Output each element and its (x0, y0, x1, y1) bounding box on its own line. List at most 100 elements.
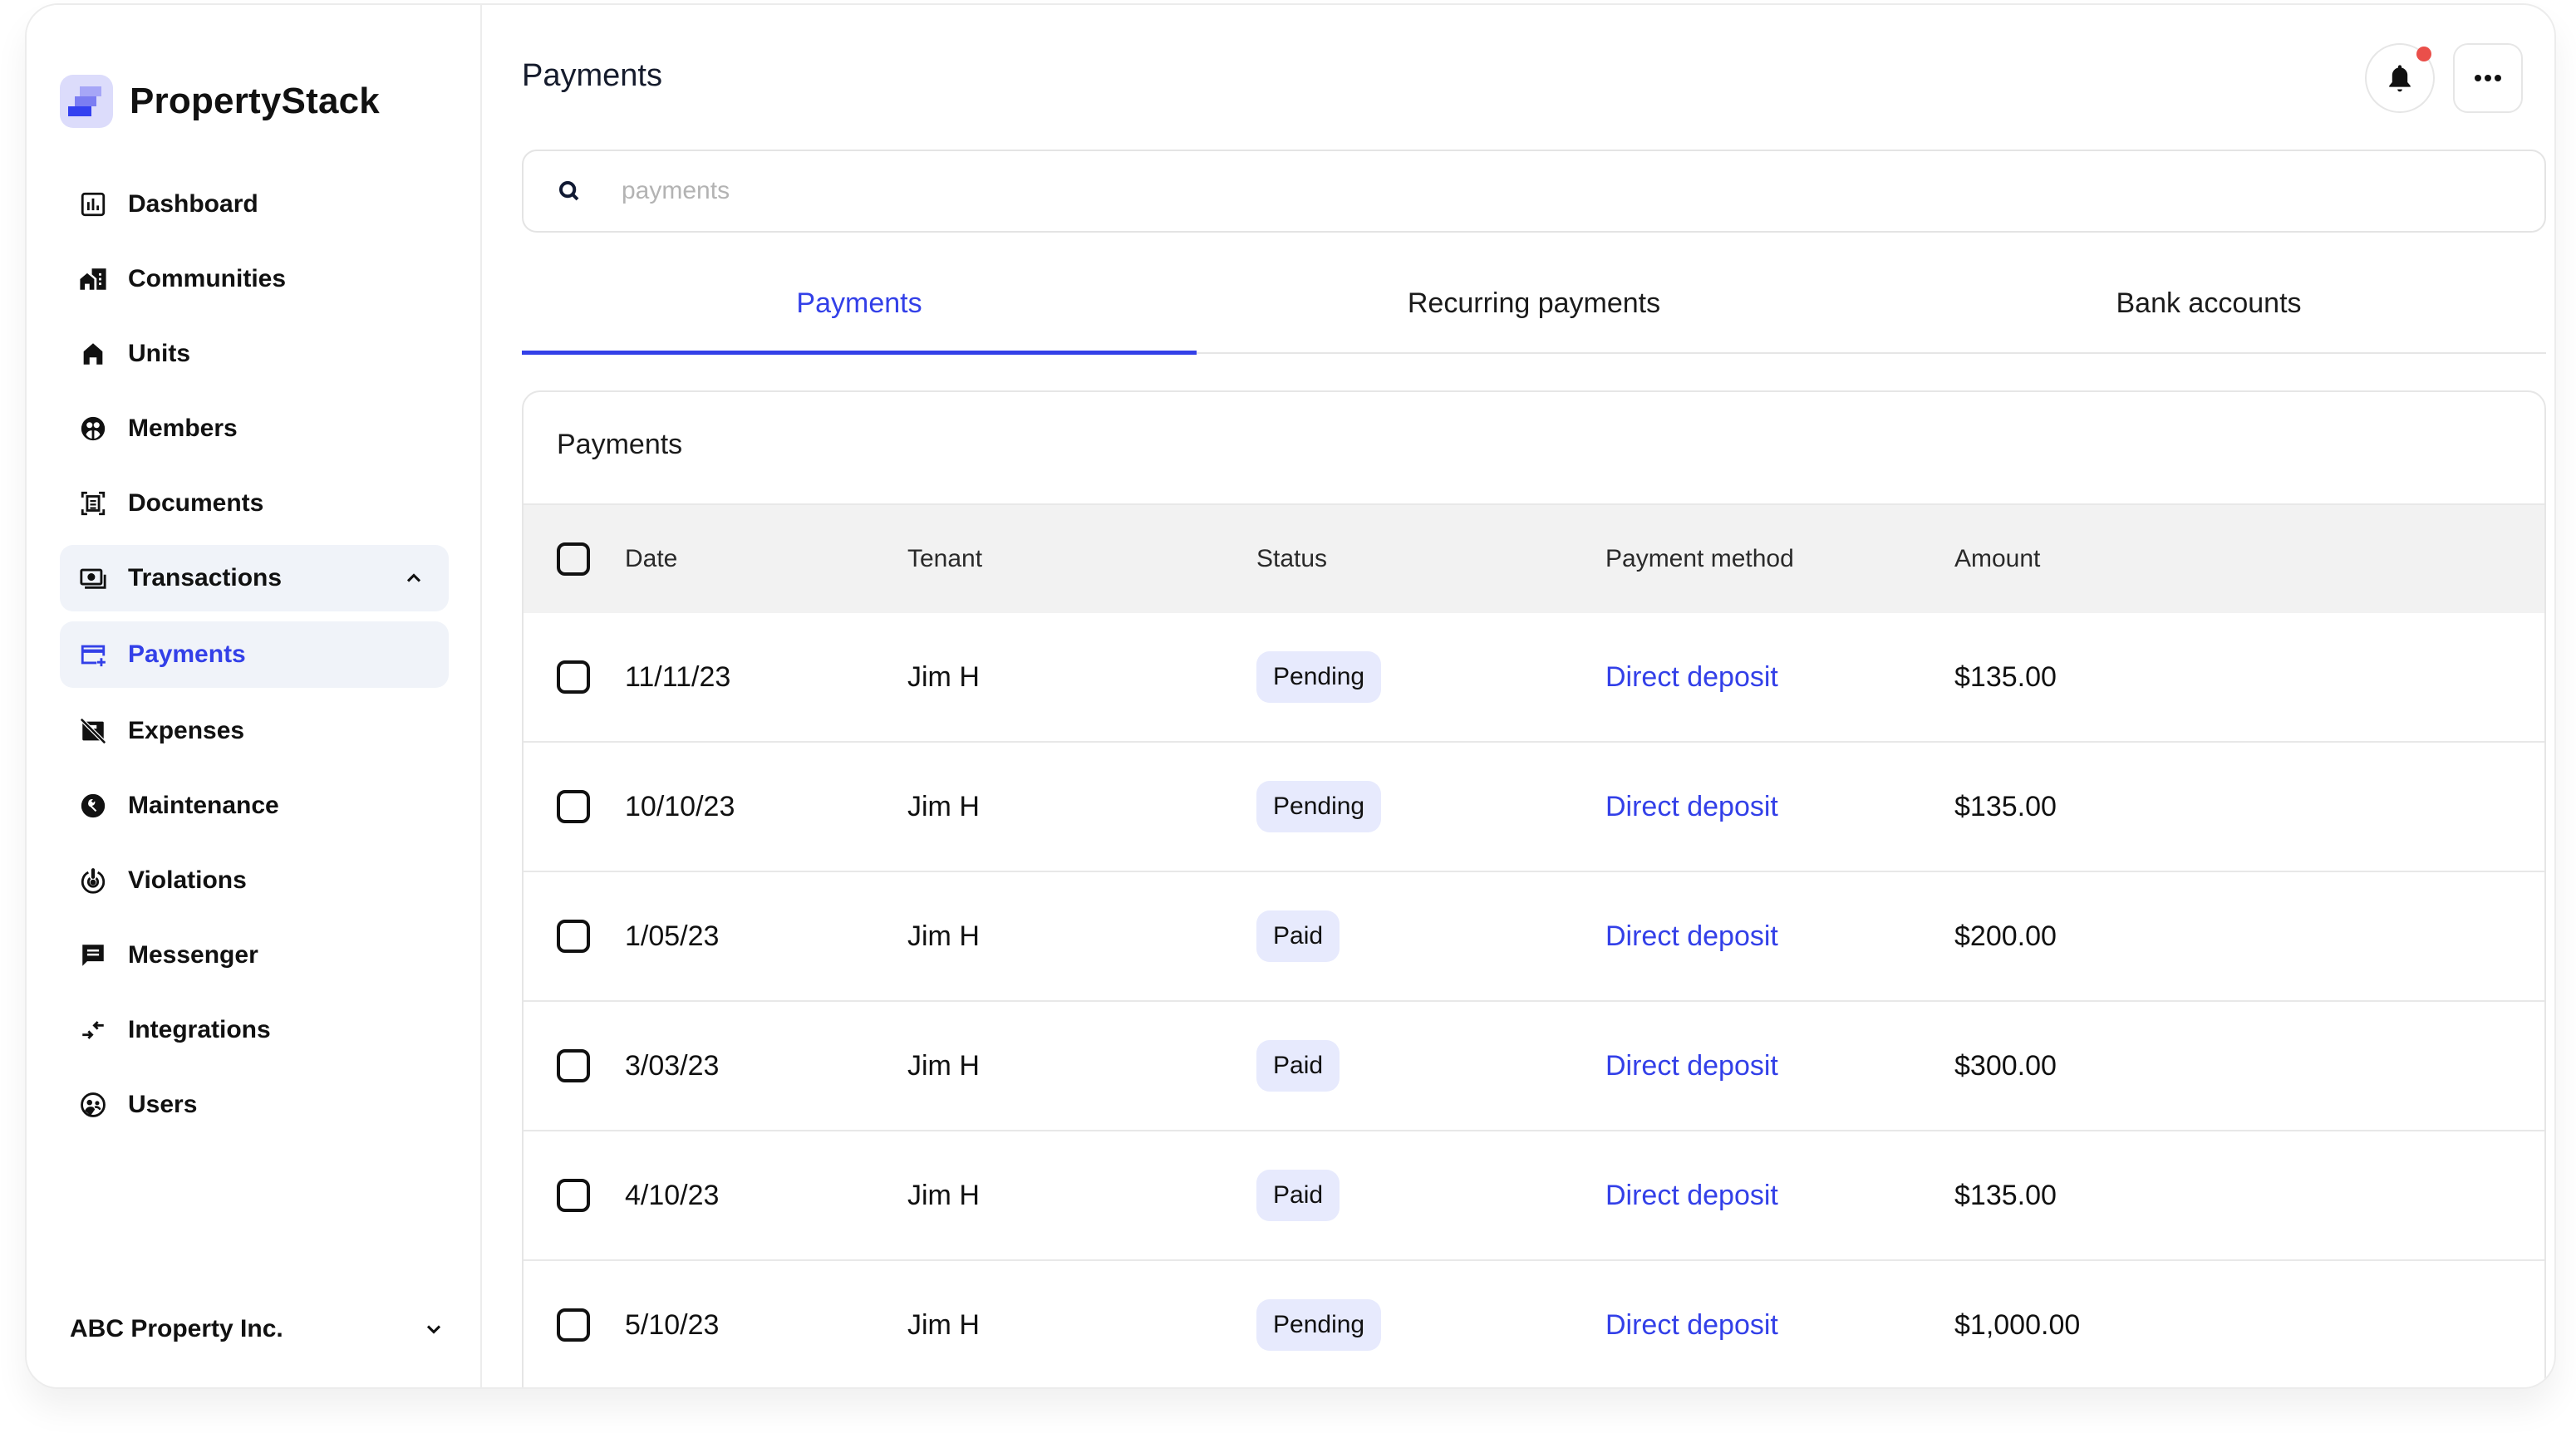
cell-tenant: Jim H (907, 1049, 980, 1082)
money-icon (78, 563, 108, 593)
sidebar-item-label: Payments (128, 640, 246, 668)
column-header-payment-method[interactable]: Payment method (1605, 545, 1794, 573)
sidebar-item-label: Members (128, 415, 238, 442)
sidebar-item-label: Maintenance (128, 792, 279, 819)
sidebar-item-integrations[interactable]: Integrations (60, 997, 449, 1063)
sidebar-item-units[interactable]: Units (60, 321, 449, 387)
cell-amount: $1,000.00 (1954, 1308, 2081, 1341)
sidebar-nav: Dashboard Communities Units Members Docu… (60, 171, 449, 1146)
tab-recurring-payments[interactable]: Recurring payments (1197, 254, 1871, 352)
tab-payments[interactable]: Payments (522, 254, 1197, 355)
sidebar-item-messenger[interactable]: Messenger (60, 922, 449, 989)
payment-method-link[interactable]: Direct deposit (1605, 791, 1778, 823)
column-header-date[interactable]: Date (625, 545, 677, 573)
cell-amount: $300.00 (1954, 1049, 2057, 1082)
header-actions (2365, 43, 2523, 113)
more-options-button[interactable] (2453, 43, 2523, 113)
org-name: ABC Property Inc. (70, 1315, 283, 1342)
sidebar-item-label: Expenses (128, 717, 245, 744)
table-row[interactable]: 5/10/23 Jim H Pending Direct deposit $1,… (524, 1261, 2544, 1387)
brand-logo-icon (60, 75, 113, 128)
cell-amount: $200.00 (1954, 920, 2057, 952)
row-checkbox[interactable] (557, 920, 590, 953)
status-badge: Pending (1256, 651, 1382, 703)
sidebar-item-members[interactable]: Members (60, 395, 449, 462)
sidebar-item-label: Integrations (128, 1016, 271, 1043)
sidebar-item-label: Transactions (128, 564, 283, 591)
sidebar-item-transactions[interactable]: Transactions (60, 545, 449, 611)
payment-method-link[interactable]: Direct deposit (1605, 1309, 1778, 1342)
payment-method-link[interactable]: Direct deposit (1605, 1050, 1778, 1082)
search-field[interactable] (522, 150, 2546, 233)
column-header-tenant[interactable]: Tenant (907, 545, 982, 573)
table-title: Payments (557, 429, 683, 460)
status-badge: Paid (1256, 1040, 1340, 1092)
sidebar-item-dashboard[interactable]: Dashboard (60, 171, 449, 238)
cell-amount: $135.00 (1954, 1179, 2057, 1211)
cell-tenant: Jim H (907, 1179, 980, 1211)
table-row[interactable]: 1/05/23 Jim H Paid Direct deposit $200.0… (524, 872, 2544, 1002)
row-checkbox[interactable] (557, 790, 590, 823)
credit-card-plus-icon (78, 640, 108, 670)
select-all-checkbox[interactable] (557, 542, 590, 576)
row-checkbox[interactable] (557, 1179, 590, 1212)
table-row[interactable]: 10/10/23 Jim H Pending Direct deposit $1… (524, 743, 2544, 872)
column-header-amount[interactable]: Amount (1954, 545, 2040, 573)
main-content: Payments Payments Recurring payments Ban… (482, 5, 2554, 1387)
brand-name: PropertyStack (130, 81, 380, 121)
sidebar-item-users[interactable]: Users (60, 1072, 449, 1138)
search-icon (559, 181, 579, 201)
wrench-icon (78, 791, 108, 821)
chevron-down-icon (426, 1325, 441, 1334)
status-badge: Paid (1256, 910, 1340, 962)
table-row[interactable]: 3/03/23 Jim H Paid Direct deposit $300.0… (524, 1002, 2544, 1131)
dashboard-chart-icon (78, 189, 108, 219)
row-checkbox[interactable] (557, 1308, 590, 1342)
row-checkbox[interactable] (557, 1049, 590, 1082)
sidebar: PropertyStack Dashboard Communities Unit… (27, 5, 482, 1387)
cell-amount: $135.00 (1954, 660, 2057, 693)
cell-date: 3/03/23 (625, 1049, 720, 1082)
cell-tenant: Jim H (907, 920, 980, 952)
sidebar-item-label: Users (128, 1091, 198, 1118)
payment-method-link[interactable]: Direct deposit (1605, 1180, 1778, 1212)
home-icon (78, 339, 108, 369)
sidebar-item-documents[interactable]: Documents (60, 470, 449, 537)
payments-table: Date Tenant Status Payment method Amount… (524, 503, 2544, 1387)
chevron-up-icon[interactable] (402, 567, 425, 590)
status-badge: Pending (1256, 1299, 1382, 1351)
column-header-status[interactable]: Status (1256, 545, 1327, 573)
notifications-button[interactable] (2365, 43, 2435, 113)
tab-bank-accounts[interactable]: Bank accounts (1871, 254, 2546, 352)
sidebar-item-communities[interactable]: Communities (60, 246, 449, 312)
sidebar-item-label: Units (128, 340, 190, 367)
sidebar-item-label: Dashboard (128, 190, 258, 218)
brand[interactable]: PropertyStack (60, 75, 380, 128)
cell-date: 10/10/23 (625, 790, 735, 822)
cell-date: 11/11/23 (625, 660, 731, 693)
sidebar-item-violations[interactable]: Violations (60, 847, 449, 914)
table-row[interactable]: 4/10/23 Jim H Paid Direct deposit $135.0… (524, 1131, 2544, 1261)
users-icon (78, 1090, 108, 1120)
cell-date: 1/05/23 (625, 920, 720, 952)
payment-method-link[interactable]: Direct deposit (1605, 661, 1778, 694)
sidebar-item-expenses[interactable]: Expenses (60, 698, 449, 764)
row-checkbox[interactable] (557, 660, 590, 694)
search-input[interactable] (622, 177, 2544, 205)
org-switcher[interactable]: ABC Property Inc. (70, 1304, 452, 1354)
status-badge: Pending (1256, 781, 1382, 832)
card-off-icon (78, 716, 108, 746)
tab-bar: Payments Recurring payments Bank account… (522, 254, 2546, 355)
sidebar-item-payments[interactable]: Payments (60, 621, 449, 688)
status-badge: Paid (1256, 1170, 1340, 1221)
app-window: PropertyStack Dashboard Communities Unit… (25, 3, 2556, 1389)
sidebar-item-maintenance[interactable]: Maintenance (60, 773, 449, 839)
communities-building-icon (78, 264, 108, 294)
bell-icon (2389, 65, 2411, 92)
cell-amount: $135.00 (1954, 790, 2057, 822)
cell-tenant: Jim H (907, 660, 980, 693)
payment-method-link[interactable]: Direct deposit (1605, 920, 1778, 953)
table-row[interactable]: 11/11/23 Jim H Pending Direct deposit $1… (524, 613, 2544, 743)
cell-tenant: Jim H (907, 1308, 980, 1341)
sidebar-item-label: Documents (128, 489, 264, 517)
